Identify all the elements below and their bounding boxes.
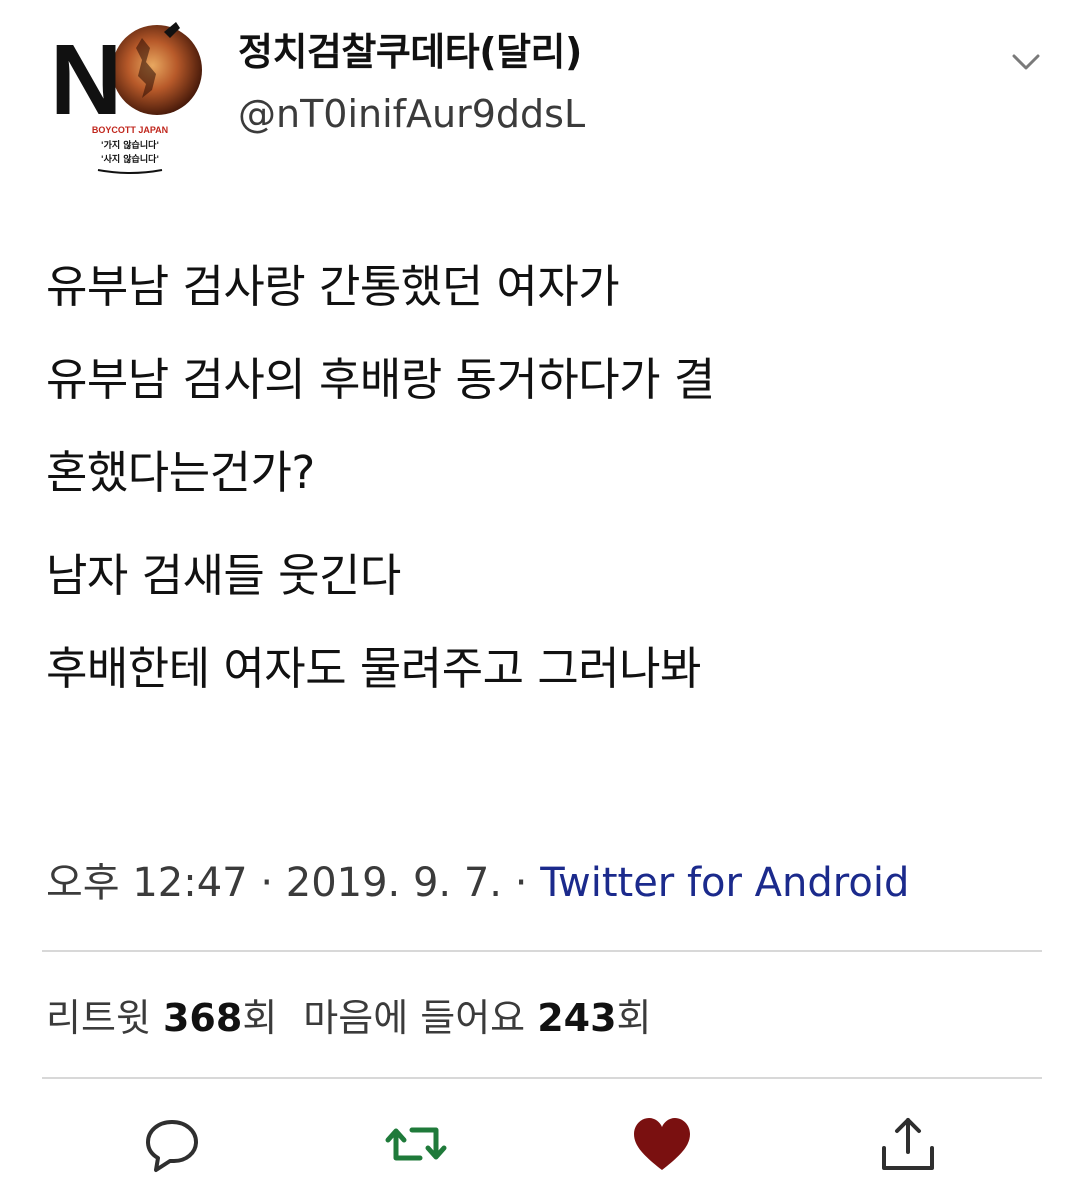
divider <box>42 1077 1042 1079</box>
reply-bubble-icon <box>146 1120 198 1172</box>
chevron-down-icon <box>1012 54 1040 70</box>
tweet-meta: 오후 12:47 · 2019. 9. 7. · Twitter for And… <box>46 855 909 911</box>
likes-unit: 회 <box>616 996 652 1040</box>
boycott-japan-logo-icon: N BOYCOTT JAPAN '가지 않습니다' '사지 않습니다' <box>50 22 202 174</box>
share-upload-icon <box>882 1118 934 1170</box>
tweet-date[interactable]: 2019. 9. 7. <box>286 860 502 906</box>
tweet-line: 후배한테 여자도 물려주고 그러나봐 <box>46 642 701 695</box>
likes-label: 마음에 들어요 <box>303 996 526 1040</box>
svg-text:'가지 않습니다': '가지 않습니다' <box>101 139 159 151</box>
retweets-stat[interactable]: 리트윗 368회 <box>46 996 277 1040</box>
retweets-label: 리트윗 <box>46 996 151 1040</box>
retweets-unit: 회 <box>242 996 278 1040</box>
likes-stat[interactable]: 마음에 들어요 243회 <box>303 996 651 1040</box>
meta-separator: · <box>514 860 528 906</box>
tweet-line: 남자 검새들 웃긴다 <box>46 549 401 602</box>
retweet-arrows-icon <box>385 1127 447 1161</box>
svg-text:N: N <box>50 24 122 136</box>
heart-icon <box>634 1118 690 1170</box>
tweet-text: 유부남 검사랑 간통했던 여자가 유부남 검사의 후배랑 동거하다가 결 혼했다… <box>46 240 1046 715</box>
tweet-stats: 리트윗 368회 마음에 들어요 243회 <box>46 990 652 1046</box>
avatar[interactable]: N BOYCOTT JAPAN '가지 않습니다' '사지 않습니다' <box>46 18 218 180</box>
tweet-paragraph: 남자 검새들 웃긴다 후배한테 여자도 물려주고 그러나봐 <box>46 529 1046 715</box>
tweet-detail: N BOYCOTT JAPAN '가지 않습니다' '사지 않습니다' 정치검찰… <box>0 0 1084 1200</box>
like-button[interactable] <box>630 1112 694 1176</box>
tweet-line: 유부남 검사랑 간통했던 여자가 <box>46 260 620 313</box>
reply-button[interactable] <box>140 1112 204 1176</box>
tweet-source-link[interactable]: Twitter for Android <box>540 860 909 906</box>
share-button[interactable] <box>876 1112 940 1176</box>
retweet-button[interactable] <box>384 1112 448 1176</box>
user-handle[interactable]: @nT0inifAur9ddsL <box>238 90 585 138</box>
display-name[interactable]: 정치검찰쿠데타(달리) <box>238 28 582 76</box>
tweet-menu-button[interactable] <box>1004 44 1048 82</box>
tweet-time[interactable]: 오후 12:47 <box>46 860 248 906</box>
meta-separator: · <box>260 860 274 906</box>
divider <box>42 950 1042 952</box>
tweet-line: 혼했다는건가? <box>46 446 315 499</box>
svg-text:'사지 않습니다': '사지 않습니다' <box>101 153 159 165</box>
likes-count: 243 <box>537 996 617 1040</box>
tweet-paragraph: 유부남 검사랑 간통했던 여자가 유부남 검사의 후배랑 동거하다가 결 혼했다… <box>46 240 1046 519</box>
retweets-count: 368 <box>162 996 243 1040</box>
tweet-line: 유부남 검사의 후배랑 동거하다가 결 <box>46 353 715 406</box>
svg-text:BOYCOTT JAPAN: BOYCOTT JAPAN <box>92 125 168 135</box>
